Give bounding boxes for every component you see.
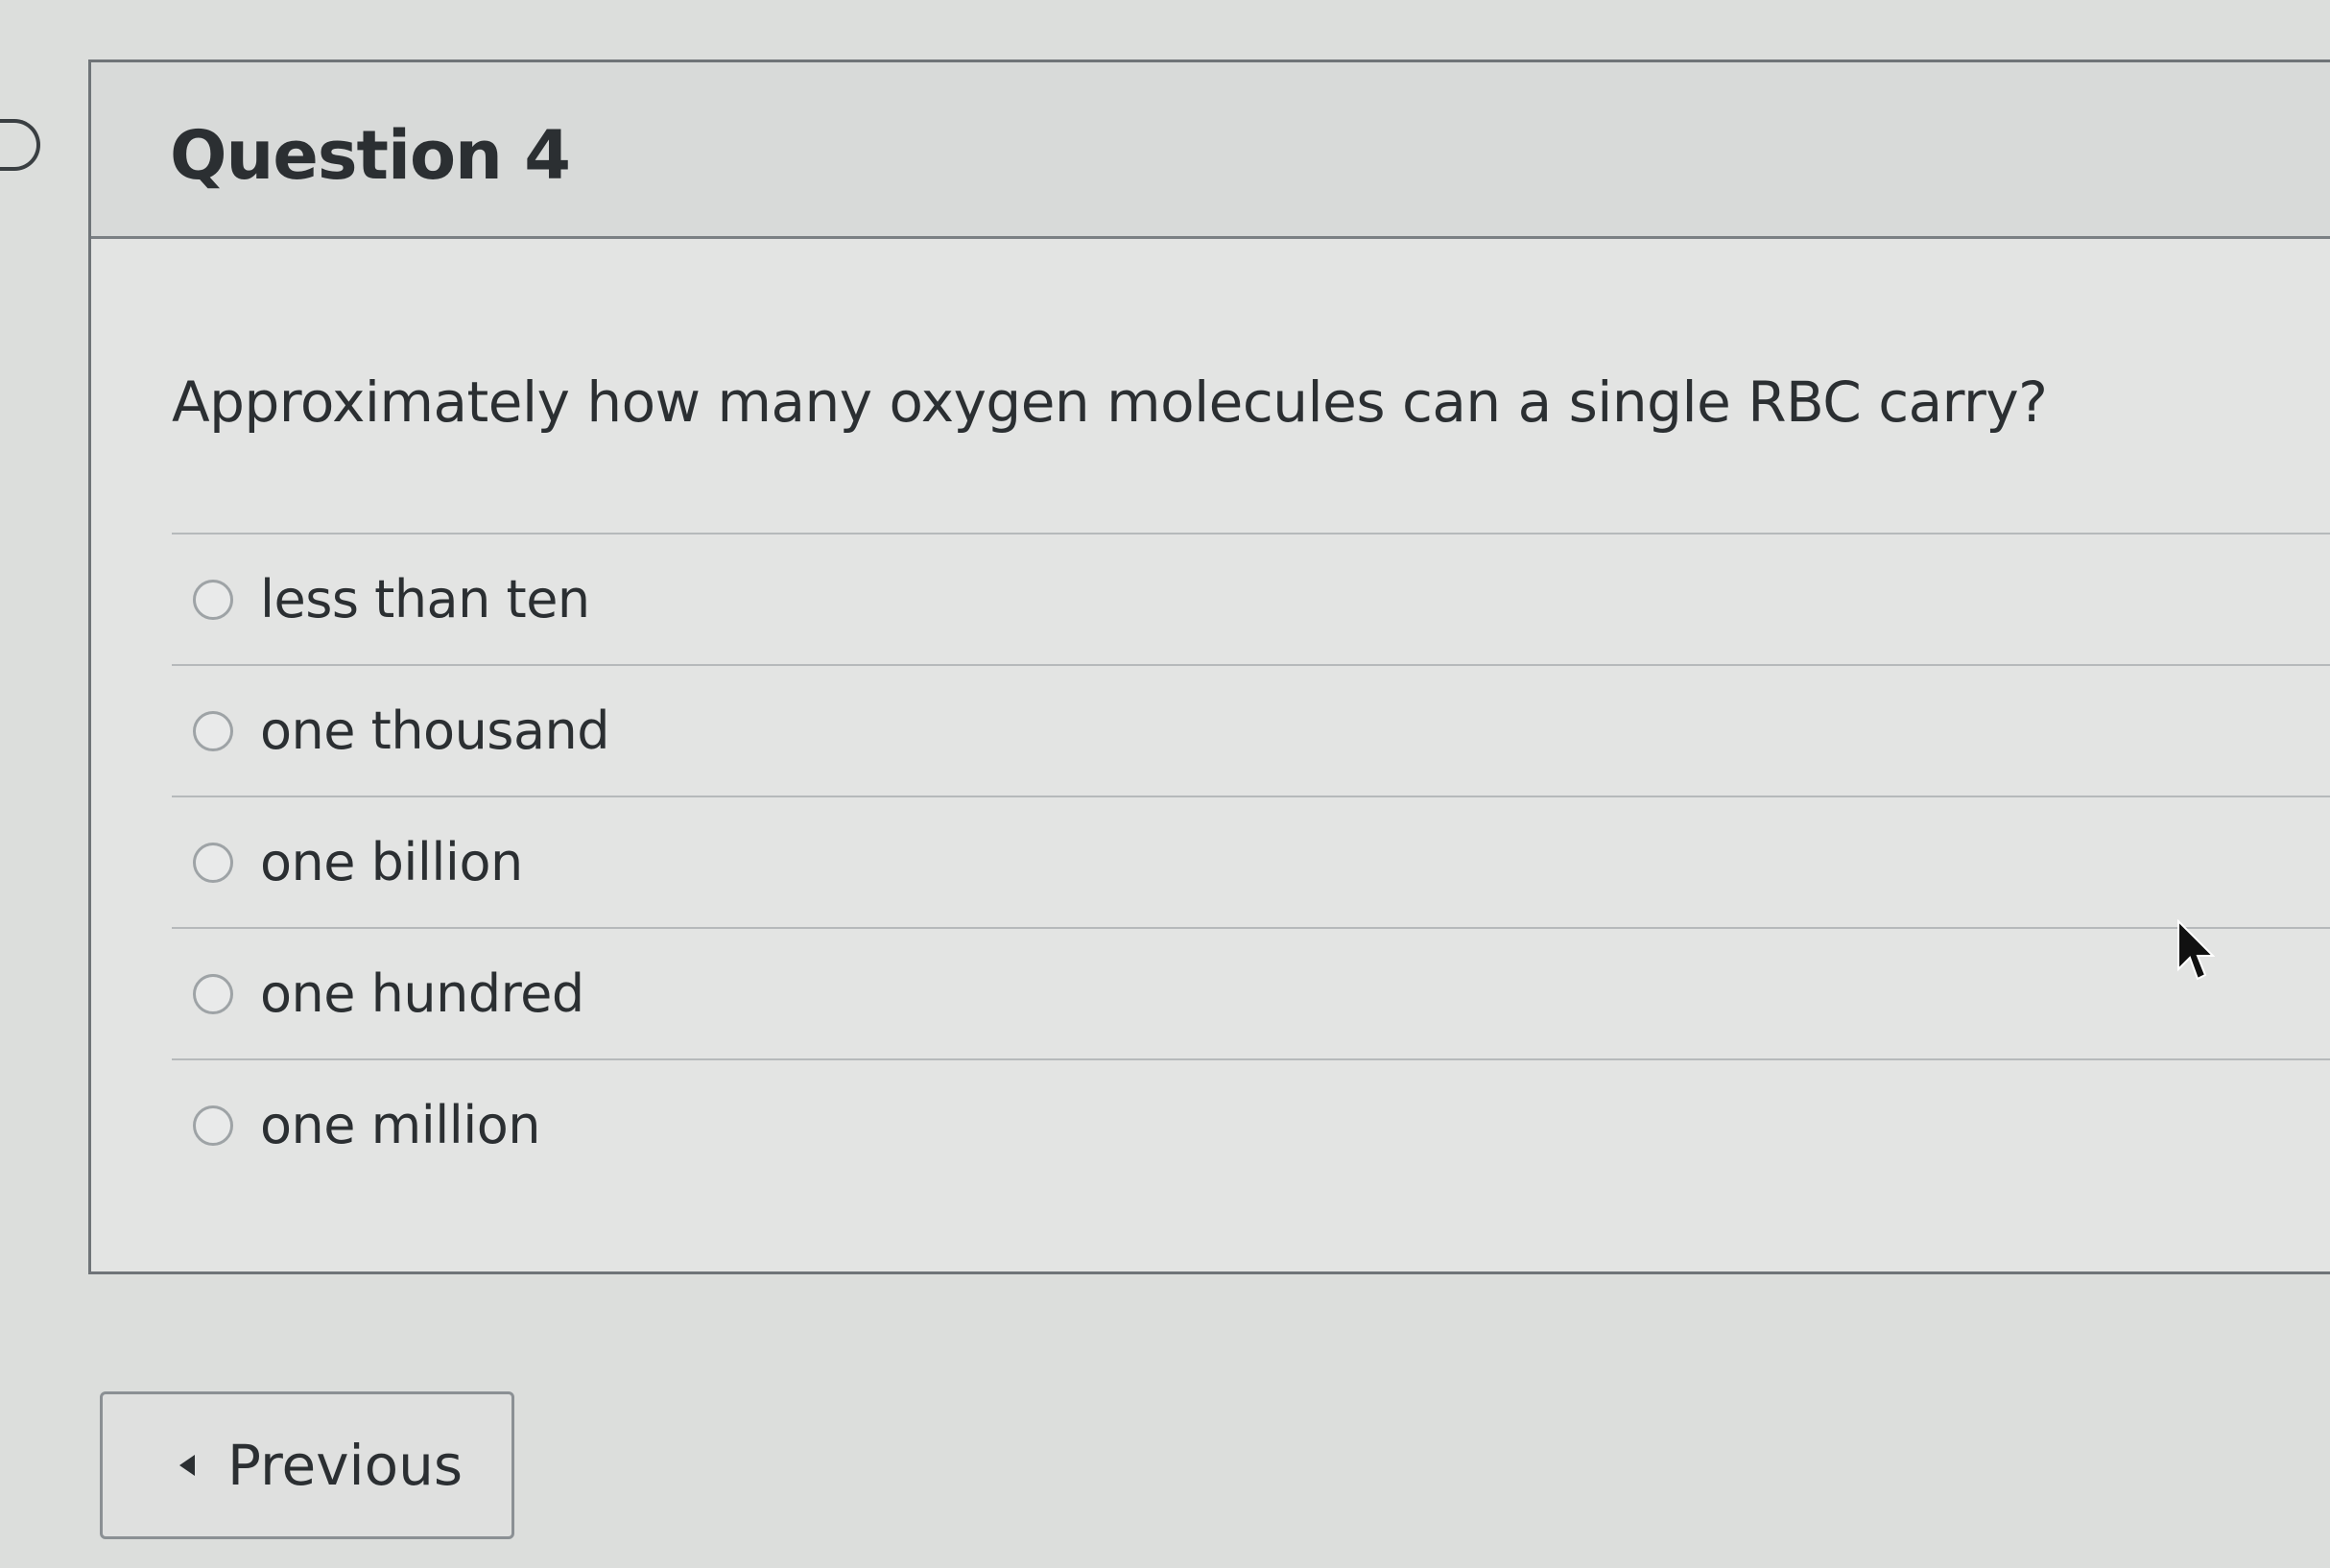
question-text: Approximately how many oxygen molecules …: [172, 369, 2048, 435]
question-header: Question 4: [91, 62, 2330, 239]
chevron-left-icon: [179, 1455, 195, 1476]
answer-label[interactable]: one million: [260, 1095, 541, 1155]
previous-button[interactable]: Previous: [100, 1391, 514, 1539]
answer-option[interactable]: less than ten: [172, 533, 2330, 664]
answer-label[interactable]: less than ten: [260, 569, 590, 630]
previous-button-label: Previous: [227, 1433, 464, 1498]
answer-option[interactable]: one thousand: [172, 664, 2330, 796]
answer-option[interactable]: one million: [172, 1058, 2330, 1190]
answer-option[interactable]: one billion: [172, 796, 2330, 927]
answer-label[interactable]: one hundred: [260, 963, 584, 1024]
mouse-pointer-icon: [2177, 919, 2215, 981]
radio-button-icon[interactable]: [193, 579, 233, 620]
radio-button-icon[interactable]: [193, 710, 233, 751]
question-title: Question 4: [170, 116, 571, 195]
flag-question-icon[interactable]: [0, 119, 40, 171]
radio-button-icon[interactable]: [193, 842, 233, 883]
answer-label[interactable]: one thousand: [260, 701, 610, 761]
radio-button-icon[interactable]: [193, 973, 233, 1014]
answer-label[interactable]: one billion: [260, 832, 523, 892]
radio-button-icon[interactable]: [193, 1105, 233, 1146]
answer-list: less than ten one thousand one billion o…: [172, 533, 2330, 1190]
answer-option[interactable]: one hundred: [172, 927, 2330, 1058]
question-card: Question 4 Approximately how many oxygen…: [88, 59, 2330, 1274]
